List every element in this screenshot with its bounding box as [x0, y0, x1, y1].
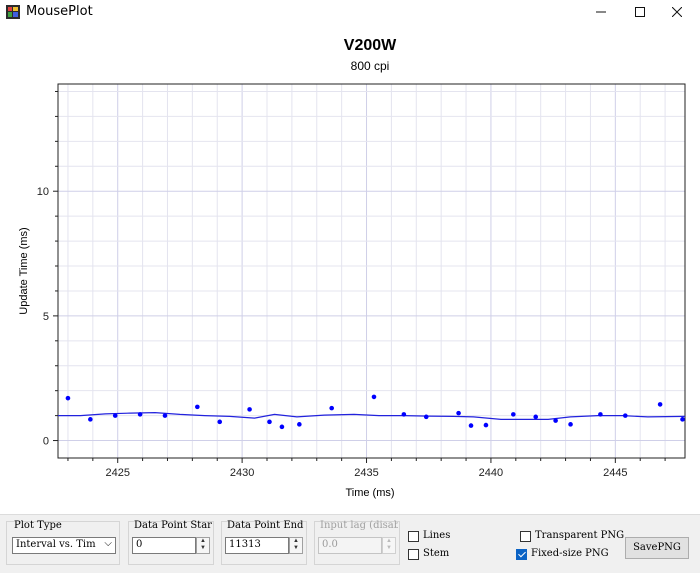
data-point — [65, 395, 71, 401]
plot-type-value: Interval vs. Tim — [16, 539, 96, 550]
chart-ticks: 2425 2430 2435 2440 2445 0 5 10 — [37, 90, 666, 479]
chart[interactable]: 2425 2430 2435 2440 2445 0 5 10 V200W 800 cpi T… — [0, 24, 700, 514]
input-lag-spinner: ▲ ▼ — [382, 537, 396, 554]
data-point-end-spinner[interactable]: ▲ ▼ — [289, 537, 303, 554]
data-point — [568, 422, 573, 427]
data-point-end-input[interactable]: 11313 — [225, 537, 289, 554]
data-point-start-spinner[interactable]: ▲ ▼ — [196, 537, 210, 554]
data-point — [401, 412, 407, 417]
transparent-png-checkbox[interactable] — [520, 531, 531, 542]
data-point — [267, 419, 272, 425]
chart-points — [65, 394, 685, 430]
chart-subtitle: 800 cpi — [351, 59, 390, 73]
chart-grid — [58, 84, 685, 458]
spin-down-icon: ▼ — [200, 545, 206, 551]
x-tick-label: 2440 — [479, 467, 503, 479]
data-point — [533, 414, 539, 420]
stem-checkbox[interactable] — [408, 549, 419, 560]
spin-up-icon: ▲ — [293, 538, 299, 544]
chart-title: V200W — [344, 37, 397, 54]
data-point — [553, 418, 558, 423]
data-point — [511, 412, 516, 417]
data-point — [195, 404, 200, 410]
fixed-size-png-label: Fixed-size PNG — [531, 548, 609, 559]
x-axis-label: Time (ms) — [345, 487, 394, 499]
title-bar: MousePlot — [0, 0, 700, 24]
input-lag-input: 0.0 — [318, 537, 382, 554]
window-title: MousePlot — [26, 4, 93, 19]
plot-area[interactable]: 2425 2430 2435 2440 2445 0 5 10 V200W 800 cpi T… — [0, 24, 700, 514]
data-point — [217, 419, 223, 425]
data-point — [456, 410, 461, 416]
lines-checkbox[interactable] — [408, 531, 419, 542]
data-point — [162, 413, 168, 418]
data-point — [657, 402, 663, 407]
stem-label: Stem — [423, 548, 450, 559]
app-icon — [6, 5, 20, 19]
y-tick-label: 10 — [37, 186, 49, 198]
x-tick-label: 2445 — [603, 467, 627, 479]
y-tick-label: 5 — [43, 311, 49, 323]
data-point — [112, 413, 118, 418]
x-tick-label: 2430 — [230, 467, 254, 479]
spin-down-icon: ▼ — [293, 545, 299, 551]
data-point — [137, 412, 143, 417]
data-point — [468, 423, 474, 428]
data-point — [329, 405, 334, 411]
fixed-size-png-checkbox[interactable] — [516, 549, 527, 560]
y-axis-label: Update Time (ms) — [18, 227, 30, 314]
spin-up-icon: ▲ — [200, 538, 206, 544]
data-point — [423, 414, 429, 420]
control-panel: Plot Type Interval vs. Tim ⌵ Data Point … — [0, 514, 700, 573]
plot-type-select[interactable]: Interval vs. Tim ⌵ — [12, 537, 116, 554]
y-tick-label: 0 — [43, 436, 49, 448]
data-point — [680, 417, 685, 422]
data-point — [371, 394, 377, 400]
plot-type-label: Plot Type — [14, 520, 62, 531]
spin-down-icon: ▼ — [386, 545, 392, 551]
chevron-down-icon: ⌵ — [104, 538, 112, 549]
maximize-icon — [635, 7, 645, 17]
lines-label: Lines — [423, 530, 451, 541]
close-icon — [672, 7, 682, 17]
close-button[interactable] — [654, 0, 700, 24]
data-point — [88, 417, 93, 422]
data-point — [483, 422, 489, 428]
data-point-start-input[interactable]: 0 — [132, 537, 196, 554]
spin-up-icon: ▲ — [386, 538, 392, 544]
save-png-button[interactable]: SavePNG — [625, 537, 689, 559]
transparent-png-label: Transparent PNG — [535, 530, 625, 541]
input-lag-label: Input lag (disabled) — [320, 520, 398, 531]
minimize-icon — [596, 11, 606, 13]
x-tick-label: 2435 — [354, 467, 378, 479]
data-point — [297, 422, 302, 427]
x-tick-label: 2425 — [105, 467, 129, 479]
data-point-start-label: Data Point Start — [134, 520, 212, 531]
data-point — [622, 413, 628, 418]
data-point-end-label: Data Point End — [227, 520, 304, 531]
data-point — [279, 424, 285, 430]
data-point — [598, 412, 603, 417]
data-point — [247, 407, 252, 412]
